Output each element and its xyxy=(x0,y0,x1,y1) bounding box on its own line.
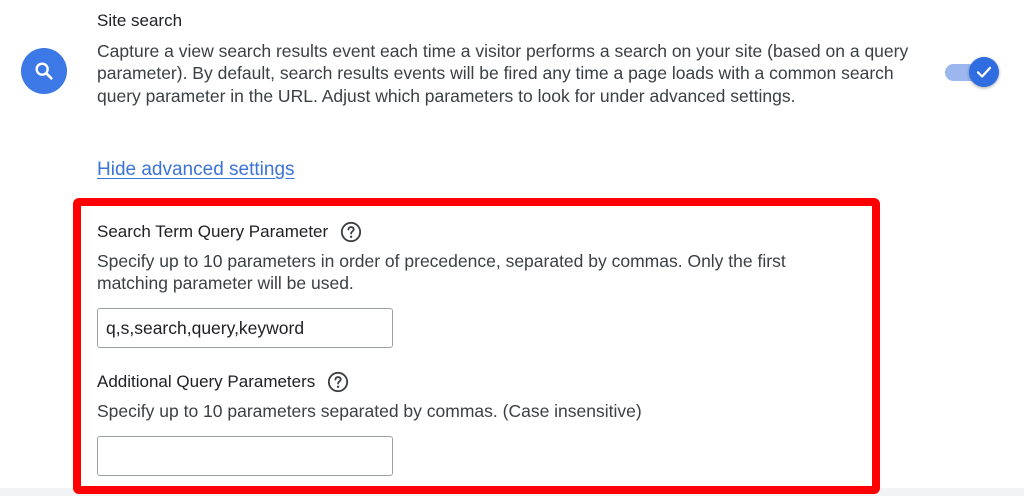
help-icon[interactable] xyxy=(327,371,349,393)
additional-params-input[interactable] xyxy=(97,436,393,476)
help-icon[interactable] xyxy=(340,221,362,243)
additional-params-description: Specify up to 10 parameters separated by… xyxy=(97,401,642,421)
search-term-param-label-row: Search Term Query Parameter xyxy=(97,221,362,243)
site-search-description: Capture a view search results event each… xyxy=(97,41,909,106)
hide-advanced-settings-link[interactable]: Hide advanced settings xyxy=(97,159,295,181)
search-term-param-input[interactable] xyxy=(97,308,393,348)
search-term-param-label: Search Term Query Parameter xyxy=(97,222,329,241)
additional-params-label: Additional Query Parameters xyxy=(97,372,316,391)
site-search-toggle[interactable] xyxy=(945,57,999,87)
toggle-knob xyxy=(969,57,999,87)
search-icon xyxy=(21,48,67,94)
site-search-title: Site search xyxy=(97,11,183,30)
search-term-param-description: Specify up to 10 parameters in order of … xyxy=(97,251,786,294)
check-icon xyxy=(976,66,992,78)
additional-params-label-row: Additional Query Parameters xyxy=(97,371,349,393)
